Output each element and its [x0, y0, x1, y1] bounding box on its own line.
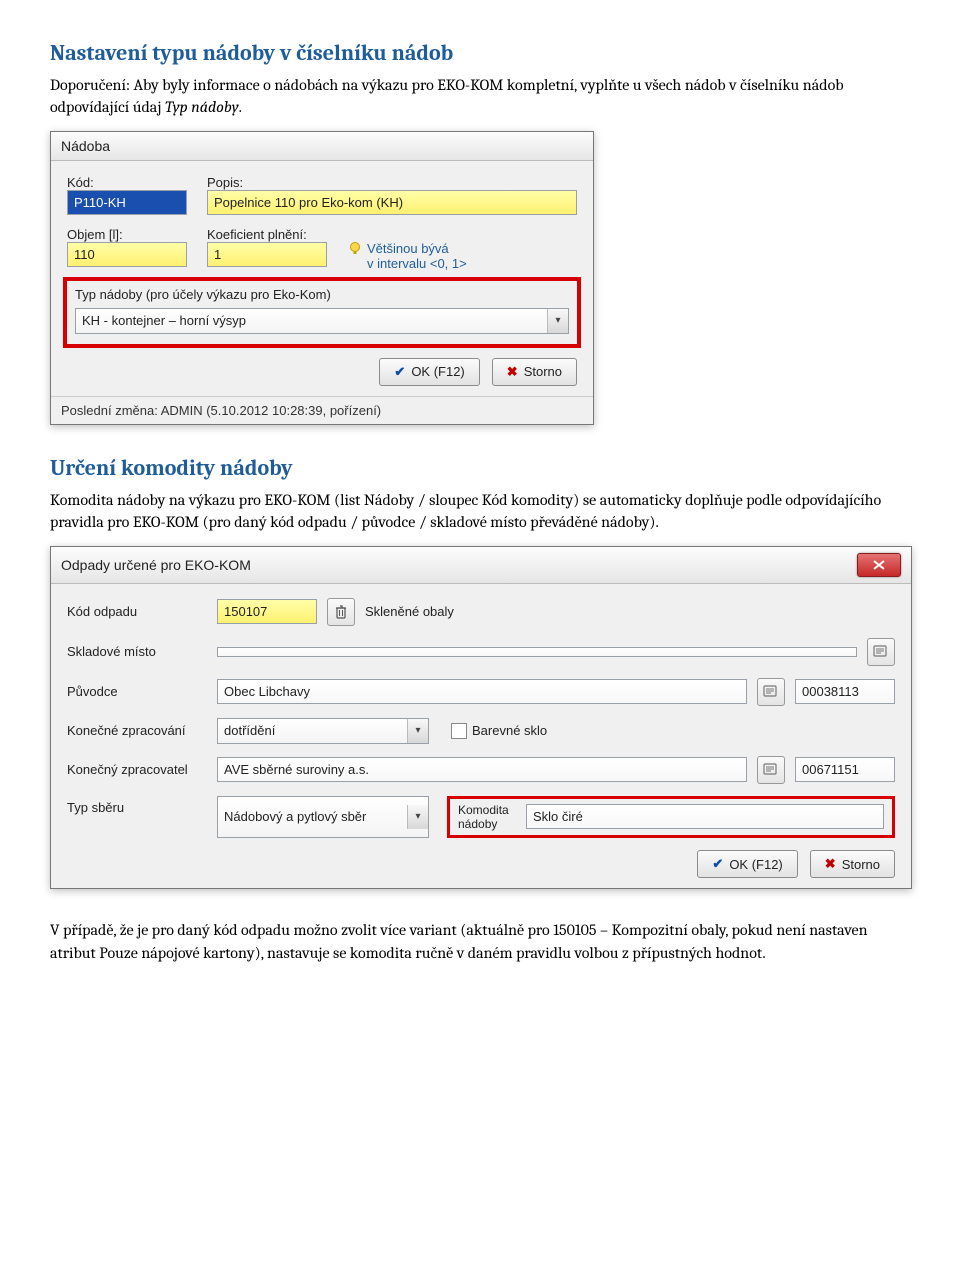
trash-icon-button[interactable]: [327, 598, 355, 626]
koef-field[interactable]: 1: [207, 242, 327, 267]
konec-zpracovatel-label: Konečný zpracovatel: [67, 762, 207, 777]
ok-button[interactable]: ✔ OK (F12): [379, 358, 479, 386]
bulb-icon: [347, 241, 363, 257]
note-icon: [763, 763, 779, 777]
typ-sberu-dropdown[interactable]: Nádobový a pytlový sběr ▾: [217, 796, 429, 839]
lookup-icon-button[interactable]: [867, 638, 895, 666]
objem-label: Objem [l]:: [67, 227, 187, 242]
para-doporuceni: Doporučení: Aby byly informace o nádobác…: [50, 74, 910, 119]
komodita-label: Komodita nádoby: [458, 803, 518, 832]
puvodce-code-field[interactable]: 00038113: [795, 679, 895, 704]
dialog-footer: Poslední změna: ADMIN (5.10.2012 10:28:3…: [51, 396, 593, 424]
note-icon: [873, 645, 889, 659]
chevron-down-icon[interactable]: ▾: [407, 719, 428, 743]
close-icon: ✖: [507, 364, 518, 380]
popis-label: Popis:: [207, 175, 577, 190]
heading-nastaveni: Nastavení typu nádoby v číselníku nádob: [50, 40, 910, 66]
dialog-title: Nádoba: [51, 132, 593, 161]
heading-urceni: Určení komodity nádoby: [50, 455, 910, 481]
dialog-odpady: Odpady určené pro EKO-KOM Kód odpadu 150…: [50, 546, 912, 890]
chevron-down-icon[interactable]: ▾: [547, 309, 568, 333]
close-icon: ✖: [825, 856, 836, 872]
close-icon: [873, 560, 885, 570]
ok-button[interactable]: ✔ OK (F12): [697, 850, 797, 878]
konec-zpracovatel-code-field[interactable]: 00671151: [795, 757, 895, 782]
puvodce-field[interactable]: Obec Libchavy: [217, 679, 747, 704]
check-icon: ✔: [712, 856, 723, 872]
typ-nadoby-highlight: Typ nádoby (pro účely výkazu pro Eko-Kom…: [63, 277, 581, 348]
typ-nadoby-dropdown[interactable]: KH - kontejner – horní výsyp ▾: [75, 308, 569, 334]
storno-button[interactable]: ✖ Storno: [810, 850, 895, 878]
trash-icon: [334, 604, 348, 620]
para-komodita: Komodita nádoby na výkazu pro EKO-KOM (l…: [50, 489, 910, 534]
koef-label: Koeficient plnění:: [207, 227, 327, 242]
barevne-sklo-checkbox[interactable]: [451, 723, 467, 739]
para-final: V případě, že je pro daný kód odpadu mož…: [50, 919, 910, 964]
kod-odpadu-desc: Skleněné obaly: [365, 604, 454, 619]
objem-field[interactable]: 110: [67, 242, 187, 267]
dialog-nadoba: Nádoba Kód: P110-KH Popis: Popelnice 110…: [50, 131, 594, 425]
kod-label: Kód:: [67, 175, 187, 190]
check-icon: ✔: [394, 364, 405, 380]
kod-odpadu-label: Kód odpadu: [67, 604, 207, 619]
lookup-icon-button[interactable]: [757, 678, 785, 706]
komodita-field[interactable]: Sklo čiré: [526, 804, 884, 829]
konec-zprac-label: Konečné zpracování: [67, 723, 207, 738]
konec-zprac-dropdown[interactable]: dotřídění ▾: [217, 718, 429, 744]
typ-nadoby-label: Typ nádoby (pro účely výkazu pro Eko-Kom…: [75, 287, 569, 302]
note-icon: [763, 685, 779, 699]
typ-sberu-label: Typ sběru: [67, 796, 207, 839]
sklad-field[interactable]: [217, 647, 857, 657]
chevron-down-icon[interactable]: ▾: [407, 805, 428, 829]
storno-button[interactable]: ✖ Storno: [492, 358, 577, 386]
dialog2-title: Odpady určené pro EKO-KOM: [61, 557, 251, 573]
lookup-icon-button[interactable]: [757, 756, 785, 784]
kod-odpadu-field[interactable]: 150107: [217, 599, 317, 624]
popis-field[interactable]: Popelnice 110 pro Eko-kom (KH): [207, 190, 577, 215]
konec-zpracovatel-field[interactable]: AVE sběrné suroviny a.s.: [217, 757, 747, 782]
sklad-label: Skladové místo: [67, 644, 207, 659]
puvodce-label: Původce: [67, 684, 207, 699]
window-close-button[interactable]: [857, 553, 901, 577]
barevne-sklo-label: Barevné sklo: [472, 723, 547, 738]
komodita-highlight: Komodita nádoby Sklo čiré: [447, 796, 895, 839]
kod-field[interactable]: P110-KH: [67, 190, 187, 215]
